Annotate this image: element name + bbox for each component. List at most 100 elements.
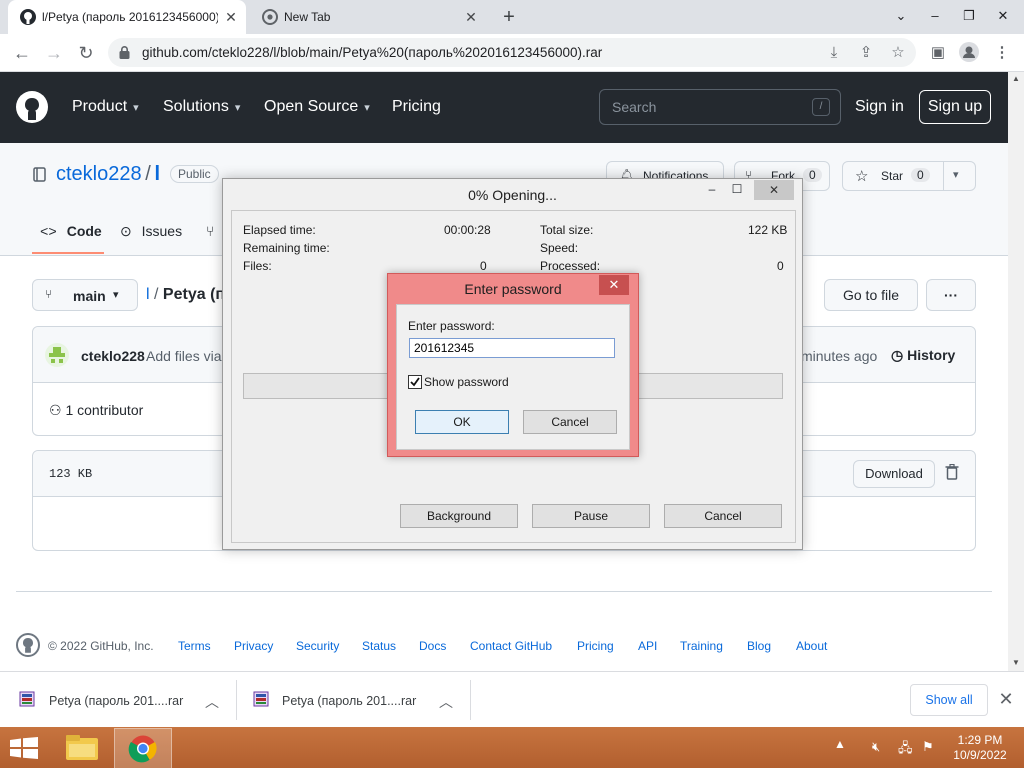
footer-link-blog[interactable]: Blog — [747, 639, 771, 653]
pause-button[interactable]: Pause — [532, 504, 650, 528]
tab-close-icon[interactable]: ✕ — [462, 8, 480, 26]
close-window-icon[interactable]: ✕ — [986, 0, 1020, 32]
footer-link-about[interactable]: About — [796, 639, 827, 653]
chevron-down-icon: ▾ — [113, 289, 119, 301]
search-input[interactable]: Search / — [599, 89, 841, 125]
show-password-label[interactable]: Show password — [424, 375, 509, 389]
chrome-favicon-icon — [262, 9, 278, 25]
download-item[interactable]: Petya (пароль 201....rar ︿ — [236, 672, 470, 728]
speed-label: Speed: — [540, 241, 579, 255]
show-all-button[interactable]: Show all — [910, 684, 988, 716]
footer-link-api[interactable]: API — [638, 639, 657, 653]
repo-name-link[interactable]: l — [154, 163, 160, 185]
tray-expand-icon[interactable]: ▲ — [834, 737, 846, 751]
clock-time: 1:29 PM — [957, 733, 1003, 747]
dialog-close-icon[interactable]: ✕ — [754, 180, 794, 200]
chevron-up-icon[interactable]: ︿ — [439, 692, 453, 712]
browser-toolbar: ← → ↻ github.com/cteklo228/l/blob/main/P… — [0, 34, 1024, 72]
tab-issues[interactable]: ⊙ Issues — [120, 223, 182, 240]
profile-avatar-icon[interactable] — [959, 42, 979, 62]
avatar[interactable] — [45, 343, 69, 367]
share-icon[interactable]: ⇪ — [856, 43, 876, 63]
nav-product[interactable]: Product ▾ — [72, 98, 139, 116]
elapsed-value: 00:00:28 — [444, 223, 491, 237]
github-footer-logo-icon[interactable] — [16, 633, 40, 657]
address-bar[interactable]: github.com/cteklo228/l/blob/main/Petya%2… — [108, 38, 916, 67]
branch-select[interactable]: ⑂ main ▾ — [32, 279, 138, 311]
bookmark-star-icon[interactable]: ☆ — [888, 43, 908, 63]
password-dialog-close-icon[interactable]: ✕ — [599, 275, 629, 295]
scroll-up-icon[interactable]: ▲ — [1008, 74, 1024, 83]
nav-pricing[interactable]: Pricing — [392, 98, 441, 116]
dialog-titlebar[interactable]: 0% Opening... – ☐ ✕ — [223, 179, 802, 210]
browser-menu-icon[interactable]: ⋮ — [992, 43, 1012, 63]
breadcrumb-separator: / — [154, 286, 159, 303]
new-tab-button[interactable]: + — [498, 6, 520, 28]
reload-icon[interactable]: ↻ — [74, 41, 98, 65]
processed-value: 0 — [777, 259, 784, 273]
footer-link-contact[interactable]: Contact GitHub — [470, 639, 552, 653]
dialog-minimize-icon[interactable]: – — [702, 182, 722, 202]
chrome-taskbar-icon[interactable] — [114, 728, 172, 769]
nav-solutions[interactable]: Solutions ▾ — [163, 98, 240, 116]
pull-request-icon[interactable]: ⑂ — [206, 223, 214, 239]
footer-link-privacy[interactable]: Privacy — [234, 639, 273, 653]
search-shortcut-badge: / — [812, 98, 830, 116]
file-explorer-taskbar-icon[interactable] — [54, 728, 110, 767]
tray-clock[interactable]: 1:29 PM 10/9/2022 — [950, 733, 1010, 763]
nav-open-source[interactable]: Open Source ▾ — [264, 98, 370, 116]
cancel-button[interactable]: Cancel — [523, 410, 617, 434]
download-page-icon[interactable]: ⤓ — [824, 43, 844, 63]
footer-link-training[interactable]: Training — [680, 639, 723, 653]
tab-new-tab[interactable]: New Tab ✕ — [250, 0, 488, 34]
restore-icon[interactable]: ❐ — [952, 0, 986, 32]
footer-link-status[interactable]: Status — [362, 639, 396, 653]
trash-icon[interactable] — [945, 464, 959, 480]
sign-in-link[interactable]: Sign in — [855, 98, 904, 116]
contributors-label: 1 contributor — [65, 402, 144, 418]
github-logo-icon[interactable] — [16, 91, 48, 123]
chevron-up-icon[interactable]: ︿ — [205, 692, 219, 712]
footer-link-terms[interactable]: Terms — [178, 639, 211, 653]
back-arrow-icon[interactable]: ← — [10, 41, 34, 65]
history-link[interactable]: ◷ History — [891, 347, 955, 364]
cancel-extraction-button[interactable]: Cancel — [664, 504, 782, 528]
tab-close-icon[interactable]: ✕ — [222, 8, 240, 26]
download-button[interactable]: Download — [853, 460, 935, 488]
show-password-checkbox[interactable] — [408, 375, 422, 389]
tab-active[interactable]: l/Petya (пароль 2016123456000) ✕ — [8, 0, 246, 34]
scroll-down-icon[interactable]: ▼ — [1008, 658, 1024, 667]
footer-link-security[interactable]: Security — [296, 639, 339, 653]
go-to-file-button[interactable]: Go to file — [824, 279, 918, 311]
footer-link-pricing[interactable]: Pricing — [577, 639, 614, 653]
volume-muted-icon[interactable]: 🔇︎ — [872, 739, 880, 755]
background-button[interactable]: Background — [400, 504, 518, 528]
forward-arrow-icon[interactable]: → — [42, 41, 66, 65]
files-value: 0 — [480, 259, 487, 273]
download-item[interactable]: Petya (пароль 201....rar ︿ — [0, 672, 236, 728]
star-button[interactable]: ☆ Star 0 ▾ — [842, 161, 976, 191]
commit-message[interactable]: Add files via — [146, 348, 221, 364]
tab-search-chevron-icon[interactable]: ⌄ — [884, 0, 918, 32]
side-panel-icon[interactable]: ▣ — [928, 43, 948, 63]
repo-owner-link[interactable]: cteklo228 — [56, 163, 142, 185]
ok-button[interactable]: OK — [415, 410, 509, 434]
network-icon[interactable]: 🖧︎ — [898, 739, 913, 761]
tab-code[interactable]: <> Code — [40, 223, 102, 241]
footer-link-docs[interactable]: Docs — [419, 639, 446, 653]
more-options-button[interactable]: ··· — [926, 279, 976, 311]
breadcrumb-repo-link[interactable]: l — [146, 286, 150, 303]
sign-up-button[interactable]: Sign up — [919, 90, 991, 124]
password-input[interactable] — [409, 338, 615, 358]
contributors-link[interactable]: ⚇ 1 contributor — [49, 402, 143, 419]
page-scrollbar[interactable]: ▲ ▼ — [1008, 72, 1024, 671]
action-center-flag-icon[interactable]: ⚑ — [922, 739, 934, 755]
branch-icon: ⑂ — [45, 287, 53, 301]
commit-author[interactable]: cteklo228 — [81, 348, 145, 364]
chevron-down-icon[interactable]: ▾ — [953, 168, 959, 181]
minimize-icon[interactable]: – — [918, 0, 952, 32]
dialog-maximize-icon[interactable]: ☐ — [727, 182, 747, 202]
tab-title: l/Petya (пароль 2016123456000) — [42, 10, 218, 24]
windows-start-icon[interactable] — [10, 737, 38, 759]
close-shelf-icon[interactable]: ✕ — [996, 689, 1016, 709]
